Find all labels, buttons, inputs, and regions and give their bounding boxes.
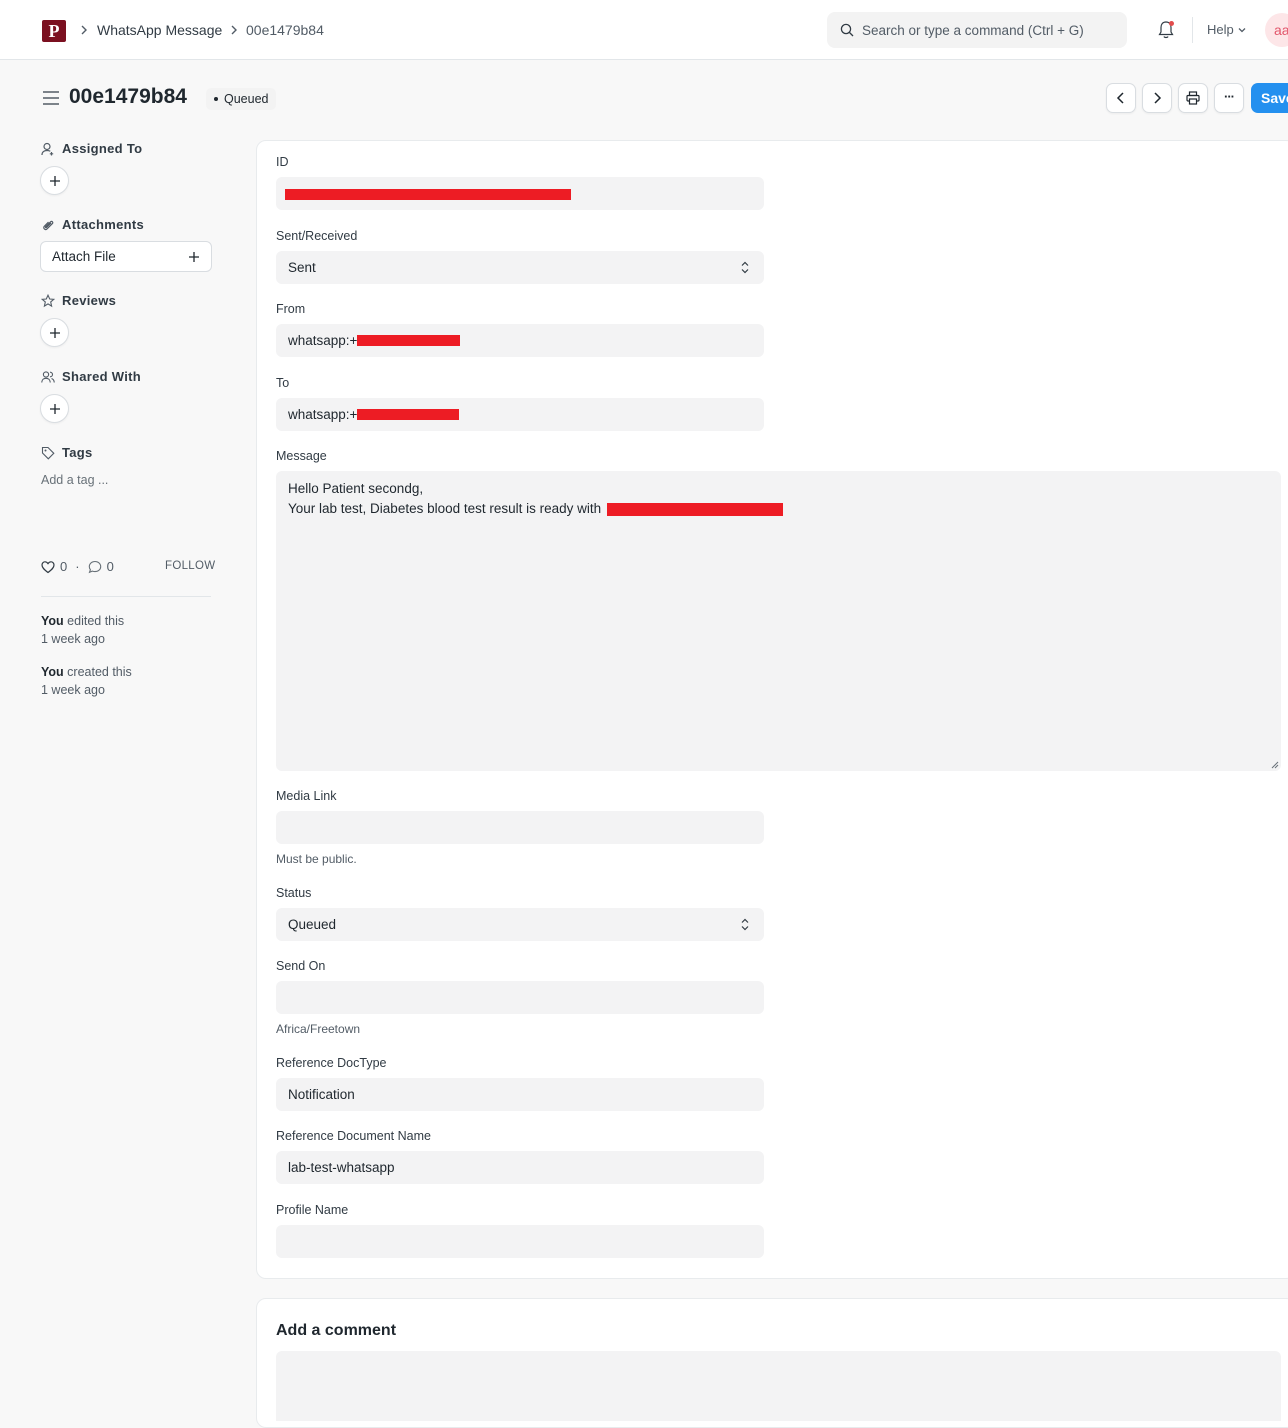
plus-icon [49, 403, 60, 414]
breadcrumb-docname[interactable]: 00e1479b84 [246, 22, 324, 38]
likes-comments-count: 0 · 0 [41, 559, 114, 574]
star-icon [41, 293, 55, 307]
add-review-button[interactable] [40, 318, 69, 347]
navbar-divider [1192, 17, 1193, 43]
to-label: To [276, 376, 290, 390]
message-label: Message [276, 449, 327, 463]
resize-handle-icon[interactable] [1271, 761, 1279, 769]
sent-received-select[interactable]: Sent [276, 251, 764, 284]
shared-with-section: Shared With [41, 369, 141, 384]
activity-item: You created this 1 week ago [41, 665, 132, 697]
id-field[interactable] [276, 177, 764, 210]
media-link-label: Media Link [276, 789, 337, 803]
from-field[interactable]: whatsapp:+ [276, 324, 764, 357]
media-link-help: Must be public. [276, 852, 357, 866]
to-field[interactable]: whatsapp:+ [276, 398, 764, 431]
attach-file-button[interactable]: Attach File [40, 241, 212, 272]
assigned-to-section: Assigned To [41, 141, 142, 156]
next-doc-button[interactable] [1142, 83, 1172, 113]
chevron-right-icon [231, 25, 237, 35]
plus-icon [189, 251, 199, 262]
app-logo[interactable]: P [42, 20, 66, 42]
user-icon [41, 142, 54, 155]
chevron-down-icon [1238, 28, 1246, 33]
reference-docname-field[interactable]: lab-test-whatsapp [276, 1151, 764, 1184]
sidebar-divider [41, 596, 211, 597]
tag-icon [41, 446, 55, 460]
search-icon [840, 23, 854, 37]
notification-dot [1169, 21, 1174, 26]
comment-input[interactable] [276, 1351, 1281, 1421]
activity-item: You edited this 1 week ago [41, 614, 125, 646]
redacted-block [285, 189, 571, 200]
likes-count: 0 [60, 559, 68, 574]
redacted-block [357, 409, 460, 420]
status-label: Status [276, 886, 312, 900]
plus-icon [49, 175, 60, 186]
send-on-field[interactable] [276, 981, 764, 1014]
print-button[interactable] [1178, 83, 1208, 113]
chevron-right-icon [81, 25, 87, 35]
chevron-left-icon [1116, 92, 1124, 104]
chevron-right-icon [1154, 92, 1162, 104]
users-icon [41, 370, 55, 383]
add-tag-link[interactable]: Add a tag ... [41, 473, 108, 487]
follow-button[interactable]: FOLLOW [165, 560, 215, 572]
ellipsis-icon: ··· [1224, 88, 1235, 104]
profile-name-field[interactable] [276, 1225, 764, 1258]
top-navbar: P WhatsApp Message 00e1479b84 Search or … [0, 0, 1288, 60]
more-actions-button[interactable]: ··· [1214, 83, 1244, 113]
previous-doc-button[interactable] [1106, 83, 1136, 113]
message-textarea[interactable]: Hello Patient secondg, Your lab test, Di… [276, 471, 1281, 771]
count-separator: · [75, 559, 80, 574]
paperclip-icon [43, 220, 54, 230]
send-on-label: Send On [276, 959, 326, 973]
timezone-help: Africa/Freetown [276, 1022, 361, 1036]
search-input[interactable]: Search or type a command (Ctrl + G) [827, 12, 1127, 48]
profile-name-label: Profile Name [276, 1203, 349, 1217]
reference-docname-label: Reference Document Name [276, 1129, 431, 1143]
share-button[interactable] [40, 394, 69, 423]
user-avatar[interactable]: aa [1265, 13, 1288, 47]
attachments-section: Attachments [41, 217, 144, 232]
save-button[interactable]: Save [1251, 83, 1288, 113]
status-dot [214, 97, 218, 101]
heart-icon[interactable] [41, 560, 55, 574]
add-assignee-button[interactable] [40, 166, 69, 195]
page-title: 00e1479b84 [69, 85, 187, 108]
from-label: From [276, 302, 306, 316]
comments-count: 0 [106, 559, 114, 574]
reference-doctype-label: Reference DocType [276, 1056, 387, 1070]
comment-title: Add a comment [276, 1322, 397, 1339]
redacted-block [607, 502, 784, 516]
comment-icon[interactable] [88, 560, 102, 574]
select-arrows-icon [741, 261, 749, 274]
sidebar-toggle-icon[interactable] [42, 90, 60, 106]
printer-icon [1186, 91, 1200, 105]
tags-section: Tags [41, 445, 93, 460]
reference-doctype-field[interactable]: Notification [276, 1078, 764, 1111]
help-menu[interactable]: Help [1207, 22, 1234, 37]
search-placeholder: Search or type a command (Ctrl + G) [862, 23, 1084, 38]
plus-icon [49, 327, 60, 338]
redacted-block [357, 335, 461, 346]
reviews-section: Reviews [41, 293, 116, 308]
breadcrumb-doctype[interactable]: WhatsApp Message [97, 22, 222, 38]
select-arrows-icon [741, 918, 749, 931]
status-select[interactable]: Queued [276, 908, 764, 941]
sent-received-label: Sent/Received [276, 229, 358, 243]
id-label: ID [276, 155, 289, 169]
media-link-field[interactable] [276, 811, 764, 844]
status-badge: Queued [206, 88, 277, 110]
